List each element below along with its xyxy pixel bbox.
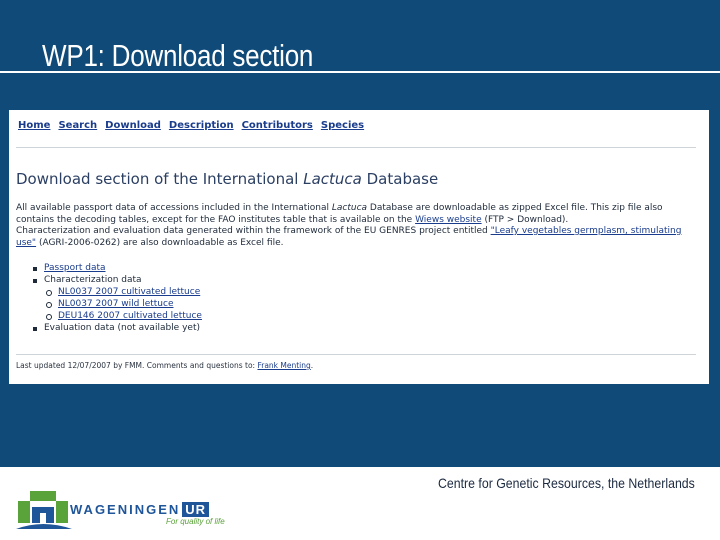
nav-contributors[interactable]: Contributors bbox=[242, 120, 313, 131]
list-item: NL0037 2007 cultivated lettuce bbox=[44, 287, 202, 299]
intro-text-5: (AGRI-2006-0262) are also downloadable a… bbox=[36, 237, 284, 248]
deu146-cultivated-link[interactable]: DEU146 2007 cultivated lettuce bbox=[58, 311, 202, 321]
heading-text-end: Database bbox=[361, 170, 439, 188]
logo-ur: UR bbox=[182, 502, 210, 517]
download-list: Passport data Characterization data NL00… bbox=[20, 263, 202, 334]
intro-genus: Lactuca bbox=[331, 203, 368, 213]
heading-text: Download section of the International bbox=[16, 170, 304, 188]
wiews-link[interactable]: Wiews website bbox=[415, 215, 482, 225]
logo-name: WAGENINGEN bbox=[70, 502, 181, 517]
list-item: Characterization data NL0037 2007 cultiv… bbox=[20, 275, 202, 323]
nav-home[interactable]: Home bbox=[18, 120, 50, 131]
heading-genus: Lactuca bbox=[303, 170, 362, 188]
site-nav: Home Search Download Description Contributor… bbox=[18, 120, 372, 131]
nav-download[interactable]: Download bbox=[105, 120, 161, 131]
nav-description[interactable]: Description bbox=[169, 120, 234, 131]
last-updated-note: Last updated 12/07/2007 by FMM. Comments… bbox=[16, 361, 314, 370]
intro-text-4: Characterization and evaluation data gen… bbox=[16, 226, 491, 236]
organisation-name: Centre for Genetic Resources, the Nether… bbox=[438, 475, 695, 491]
passport-data-link[interactable]: Passport data bbox=[44, 263, 106, 273]
nav-search[interactable]: Search bbox=[58, 120, 97, 131]
slide-title: WP1: Download section bbox=[42, 38, 314, 73]
nl0037-wild-link[interactable]: NL0037 2007 wild lettuce bbox=[58, 299, 174, 309]
intro-text-1: All available passport data of accession… bbox=[16, 203, 332, 213]
last-updated-text: Last updated 12/07/2007 by FMM. Comments… bbox=[16, 361, 258, 370]
evaluation-label: Evaluation data (not available yet) bbox=[44, 322, 200, 333]
footer-divider bbox=[16, 354, 696, 355]
nav-species[interactable]: Species bbox=[321, 120, 364, 131]
characterization-sublist: NL0037 2007 cultivated lettuce NL0037 20… bbox=[44, 287, 202, 323]
list-item: Evaluation data (not available yet) bbox=[20, 323, 202, 335]
logo-tagline: For quality of life bbox=[166, 517, 225, 526]
list-item: Passport data bbox=[20, 263, 202, 275]
nl0037-cultivated-link[interactable]: NL0037 2007 cultivated lettuce bbox=[58, 287, 200, 297]
nav-divider bbox=[16, 147, 696, 148]
intro-text-3: (FTP > Download). bbox=[481, 214, 569, 225]
logo-wordmark: WAGENINGEN UR bbox=[70, 502, 210, 517]
list-item: DEU146 2007 cultivated lettuce bbox=[44, 311, 202, 323]
title-divider bbox=[0, 71, 720, 73]
page-heading: Download section of the International La… bbox=[16, 170, 438, 188]
contact-link[interactable]: Frank Menting bbox=[257, 361, 310, 370]
characterization-label: Characterization data bbox=[44, 274, 142, 285]
list-item: NL0037 2007 wild lettuce bbox=[44, 299, 202, 311]
intro-paragraph: All available passport data of accession… bbox=[16, 203, 696, 249]
